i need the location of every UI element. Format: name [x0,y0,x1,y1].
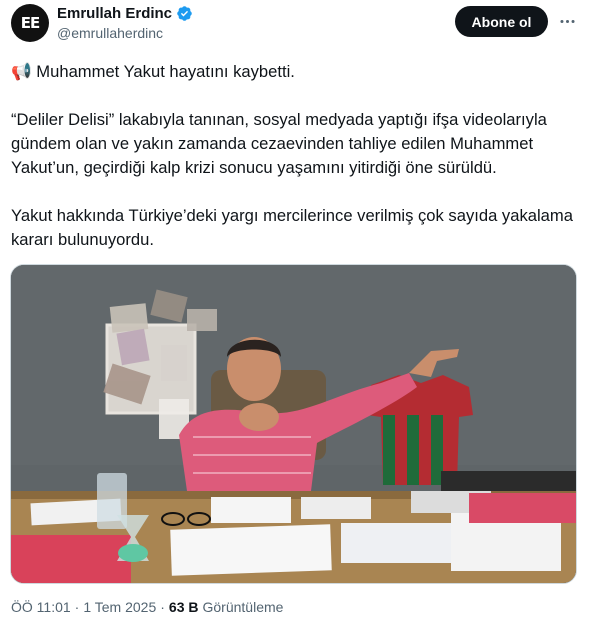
tweet-date[interactable]: 1 Tem 2025 [83,599,156,615]
verified-badge-icon [177,6,192,21]
author-name-row: Emrullah Erdinc [57,5,193,22]
megaphone-icon: 📢 [11,62,32,81]
tweet-headline-text: Muhammet Yakut hayatını kaybetti. [36,62,295,81]
tweet-media-image[interactable] [10,264,577,584]
views-label: Görüntüleme [202,599,284,615]
tweet-time[interactable]: ÖÖ 11:01 [11,599,71,615]
tweet-paragraph-2: “Deliler Delisi” lakabıyla tanınan, sosy… [11,110,547,177]
author-info: Emrullah Erdinc @emrullaherdinc [57,5,193,41]
video-still-illustration [11,265,576,583]
tweet-paragraph-3: Yakut hakkında Türkiye’deki yargı mercil… [11,206,573,249]
views-count: 63 B [168,599,199,615]
tweet-header: EE Emrullah Erdinc @emrullaherdinc Abone… [0,0,594,52]
author-avatar[interactable]: EE [11,4,49,42]
more-options-button[interactable] [556,10,578,32]
meta-separator: · [74,599,80,615]
follow-button[interactable]: Abone ol [455,6,548,37]
tweet-meta: ÖÖ 11:01 · 1 Tem 2025 · 63 B Görüntüleme [11,599,283,615]
tweet-headline: 📢 Muhammet Yakut hayatını kaybetti. [11,60,586,84]
more-horizontal-icon [559,19,575,23]
author-display-name[interactable]: Emrullah Erdinc [57,5,172,22]
author-handle[interactable]: @emrullaherdinc [57,25,193,41]
tweet-body: 📢 Muhammet Yakut hayatını kaybetti. “Del… [11,60,586,252]
meta-separator: · [160,599,165,615]
